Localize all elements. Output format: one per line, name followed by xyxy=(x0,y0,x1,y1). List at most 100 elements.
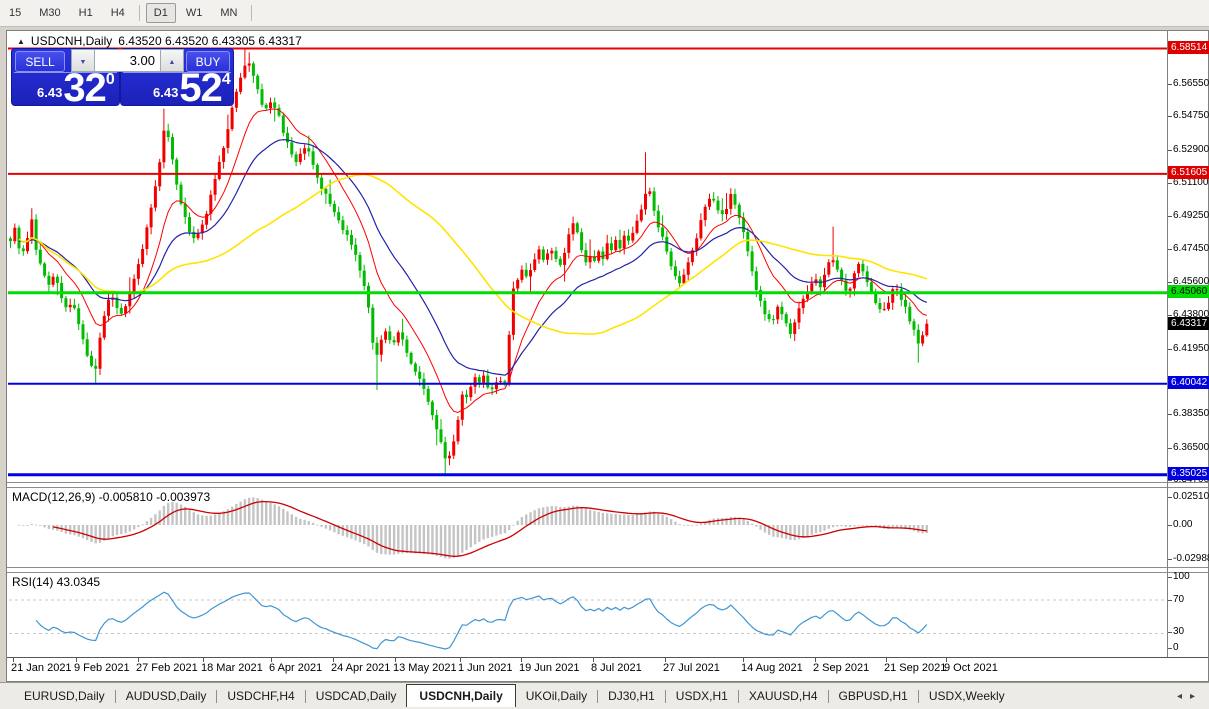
price-tick-mark xyxy=(1168,116,1172,117)
macd-tick-mark xyxy=(1168,559,1172,560)
price-tick-label: 6.36500 xyxy=(1173,442,1209,453)
rsi-tick-label: 0 xyxy=(1173,642,1209,653)
macd-tick-label: 0.00 xyxy=(1173,519,1209,530)
rsi-label: RSI(14) 43.0345 xyxy=(12,575,100,589)
tab-usdcnh-daily[interactable]: USDCNH,Daily xyxy=(406,684,515,707)
price-tick-mark xyxy=(1168,414,1172,415)
tab-usdx-h1[interactable]: USDX,H1 xyxy=(666,685,738,707)
ma-fast-line xyxy=(19,109,927,413)
date-label: 21 Jan 2021 xyxy=(11,662,72,674)
volume-increase-button[interactable]: ▲ xyxy=(160,49,184,72)
candle-bodies xyxy=(9,64,928,459)
tab-usdcad-daily[interactable]: USDCAD,Daily xyxy=(306,685,407,707)
date-label: 6 Apr 2021 xyxy=(269,662,322,674)
price-tick-label: 6.38350 xyxy=(1173,408,1209,419)
timeframe-item-h1[interactable]: H1 xyxy=(71,3,101,23)
date-label: 27 Feb 2021 xyxy=(136,662,198,674)
up-candle-wicks xyxy=(15,49,927,466)
timeframe-item-15[interactable]: 15 xyxy=(1,3,29,23)
rsi-panel[interactable] xyxy=(8,573,1167,657)
sell-button[interactable]: SELL xyxy=(15,51,65,72)
price-tick-label: 6.52900 xyxy=(1173,144,1209,155)
sell-price-big: 32 xyxy=(63,73,106,103)
chart-window: ▲ USDCNH,Daily 6.43520 6.43520 6.43305 6… xyxy=(6,30,1209,682)
tab-gbpusd-h1[interactable]: GBPUSD,H1 xyxy=(829,685,918,707)
collapse-icon[interactable]: ▲ xyxy=(17,37,25,46)
buy-price-display[interactable]: 6.43524 xyxy=(153,73,231,103)
buy-price-big: 52 xyxy=(179,73,222,103)
rsi-tick-mark xyxy=(1168,600,1172,601)
macd-tick-mark xyxy=(1168,525,1172,526)
price-tick-label: 6.41950 xyxy=(1173,343,1209,354)
price-tick-mark xyxy=(1168,448,1172,449)
tab-usdchf-h4[interactable]: USDCHF,H4 xyxy=(217,685,304,707)
tab-scroll-right-icon[interactable]: ▸ xyxy=(1190,691,1195,702)
macd-tick-label: -0.02988 xyxy=(1173,553,1209,564)
timeframe-item-m30[interactable]: M30 xyxy=(31,3,68,23)
timeframe-item-h4[interactable]: H4 xyxy=(103,3,133,23)
date-label: 2 Sep 2021 xyxy=(813,662,869,674)
tab-ukoil-daily[interactable]: UKOil,Daily xyxy=(516,685,597,707)
chart-title: ▲ USDCNH,Daily 6.43520 6.43520 6.43305 6… xyxy=(17,34,302,48)
date-label: 9 Feb 2021 xyxy=(74,662,130,674)
rsi-tick-label: 100 xyxy=(1173,571,1209,582)
timeframe-item-mn[interactable]: MN xyxy=(212,3,245,23)
date-label: 1 Jun 2021 xyxy=(458,662,512,674)
date-label: 24 Apr 2021 xyxy=(331,662,390,674)
rsi-tick-mark xyxy=(1168,577,1172,578)
timeframe-toolbar: 15M30H1H4 D1W1MN xyxy=(0,0,1209,27)
date-label: 18 Mar 2021 xyxy=(201,662,263,674)
sell-price-display[interactable]: 6.43320 xyxy=(37,73,115,103)
tab-xauusd-h4[interactable]: XAUUSD,H4 xyxy=(739,685,828,707)
date-label: 13 May 2021 xyxy=(393,662,457,674)
price-tick-mark xyxy=(1168,249,1172,250)
date-label: 21 Sep 2021 xyxy=(884,662,946,674)
macd-tick-mark xyxy=(1168,497,1172,498)
price-tick-label: 6.56550 xyxy=(1173,78,1209,89)
date-label: 27 Jul 2021 xyxy=(663,662,720,674)
chart-ohlc-values: 6.43520 6.43520 6.43305 6.43317 xyxy=(118,34,302,48)
rsi-tick-label: 30 xyxy=(1173,626,1209,637)
date-axis[interactable]: 21 Jan 20219 Feb 2021 27 Feb 202118 Mar 2… xyxy=(7,657,1208,681)
rsi-tick-mark xyxy=(1168,648,1172,649)
price-tick-mark xyxy=(1168,183,1172,184)
price-tick-mark xyxy=(1168,349,1172,350)
buy-price-pip: 4 xyxy=(222,71,231,89)
candlestick-chart[interactable] xyxy=(8,47,1167,482)
tab-eurusd-daily[interactable]: EURUSD,Daily xyxy=(14,685,115,707)
price-badge-6.40042: 6.40042 xyxy=(1168,376,1209,389)
up-arrow-icon: ▲ xyxy=(169,59,176,66)
date-label: 19 Jun 2021 xyxy=(519,662,580,674)
tab-dj30-h1[interactable]: DJ30,H1 xyxy=(598,685,665,707)
price-tick-mark xyxy=(1168,216,1172,217)
rsi-tick-label: 70 xyxy=(1173,594,1209,605)
macd-histogram xyxy=(18,497,928,558)
down-candle-wicks xyxy=(11,62,919,475)
volume-input[interactable] xyxy=(95,49,160,72)
chart-tabs: EURUSD,DailyAUDUSD,DailyUSDCHF,H4USDCAD,… xyxy=(0,682,1209,709)
buy-price-prefix: 6.43 xyxy=(153,85,178,100)
date-label: 14 Aug 2021 xyxy=(741,662,803,674)
tab-audusd-daily[interactable]: AUDUSD,Daily xyxy=(116,685,217,707)
price-tick-mark xyxy=(1168,480,1172,481)
price-badge-6.45060: 6.45060 xyxy=(1168,285,1209,298)
macd-label: MACD(12,26,9) -0.005810 -0.003973 xyxy=(12,490,210,504)
price-tick-label: 6.54750 xyxy=(1173,110,1209,121)
candle-wicks xyxy=(11,49,927,475)
tab-scroll-left-icon[interactable]: ◂ xyxy=(1177,691,1182,702)
timeframe-item-w1[interactable]: W1 xyxy=(178,3,211,23)
price-tick-mark xyxy=(1168,282,1172,283)
volume-decrease-button[interactable]: ▼ xyxy=(71,49,95,72)
sell-price-pip: 0 xyxy=(106,71,115,89)
tab-usdx-weekly[interactable]: USDX,Weekly xyxy=(919,685,1015,707)
price-badge-6.51605: 6.51605 xyxy=(1168,166,1209,179)
timeframe-item-d1[interactable]: D1 xyxy=(146,3,176,23)
price-badge-6.35025: 6.35025 xyxy=(1168,467,1209,480)
chart-symbol-label: USDCNH,Daily xyxy=(31,34,112,48)
price-tick-mark xyxy=(1168,150,1172,151)
price-tick-label: 6.47450 xyxy=(1173,243,1209,254)
sell-price-prefix: 6.43 xyxy=(37,85,62,100)
rsi-tick-mark xyxy=(1168,632,1172,633)
macd-tick-label: 0.025108 xyxy=(1173,491,1209,502)
price-tick-label: 6.49250 xyxy=(1173,210,1209,221)
